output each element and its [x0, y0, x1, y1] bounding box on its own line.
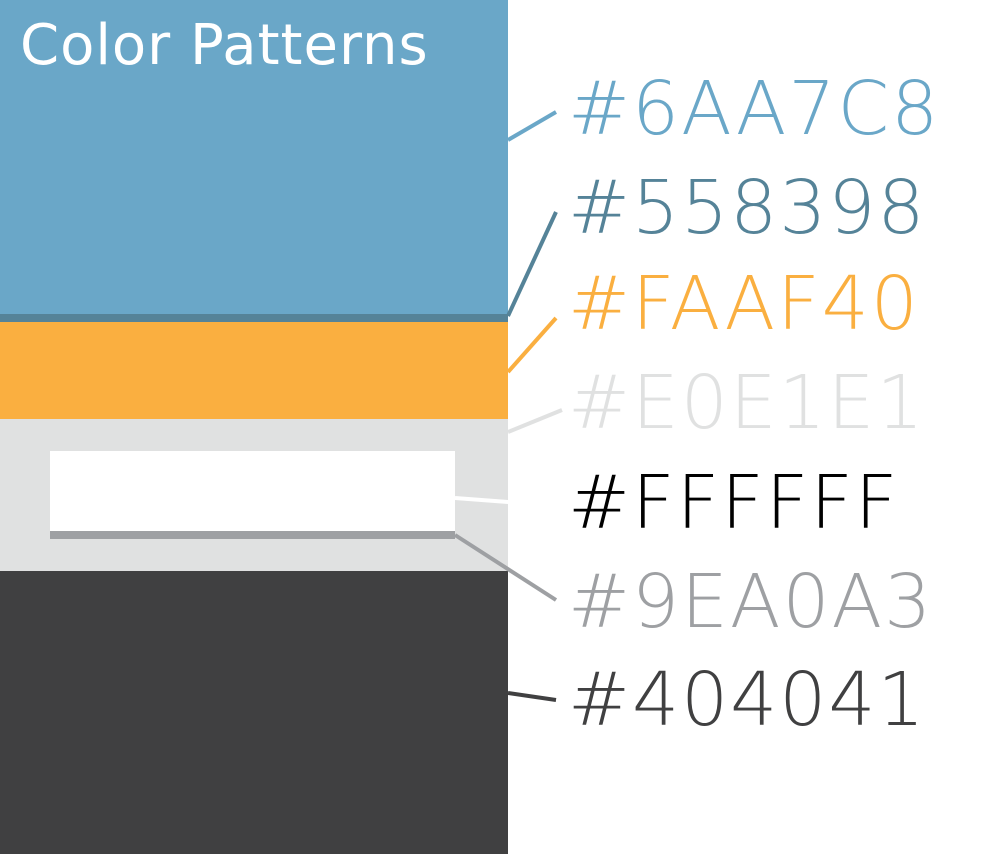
leader-line-558398 — [506, 211, 558, 317]
hex-label-558398: #558398 — [568, 165, 927, 251]
hex-label-9ea0a3: #9EA0A3 — [568, 559, 934, 645]
hex-label-404041: #404041 — [568, 657, 927, 743]
hex-label-ffffff: #FFFFFF — [568, 460, 900, 546]
leader-line-9ea0a3 — [453, 533, 558, 602]
leader-line-404041 — [507, 691, 557, 702]
leader-line-e0e1e1 — [507, 408, 563, 434]
hex-label-6aa7c8: #6AA7C8 — [568, 66, 941, 152]
leader-line-faaf40 — [506, 316, 558, 374]
hex-label-faaf40: #FAAF40 — [568, 261, 920, 347]
leader-line-ffffff — [454, 496, 563, 506]
hex-label-e0e1e1: #E0E1E1 — [568, 360, 926, 446]
leader-line-6aa7c8 — [506, 110, 558, 142]
